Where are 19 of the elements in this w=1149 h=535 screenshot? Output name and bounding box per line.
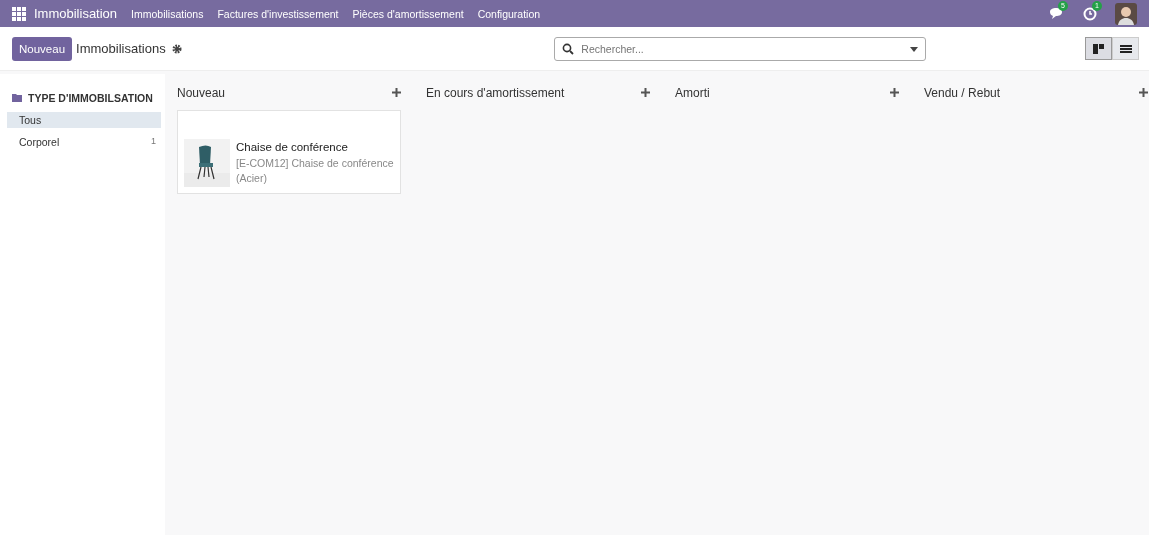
menu-item[interactable]: Factures d'investissement [217, 7, 339, 20]
filter-item[interactable]: Corporel 1 [7, 134, 161, 150]
app-name[interactable]: Immobilisation [34, 6, 118, 21]
menu-item[interactable]: Immobilisations [131, 7, 204, 20]
filter-heading: TYPE D'IMMOBILSATION [28, 92, 153, 104]
card-subtitle: [E-COM12] Chaise de conférence (Acier) [236, 155, 395, 186]
menu-item[interactable]: Configuration [477, 7, 541, 20]
menu-item[interactable]: Pièces d'amortissement [352, 7, 464, 20]
column-title: Nouveau [177, 86, 226, 100]
breadcrumb-title: Immobilisations [76, 41, 166, 56]
filter-item[interactable]: Tous [7, 112, 161, 128]
new-button[interactable]: Nouveau [12, 36, 73, 61]
column-title: Vendu / Rebut [924, 86, 1001, 100]
count: 1 [151, 136, 156, 148]
kanban-card[interactable]: Chaise de conférence [E-COM12] Chaise de conférence (Acier) [177, 110, 401, 194]
column-title: En cours d'amortissement [426, 86, 565, 100]
column-title: Amorti [675, 86, 710, 100]
card-title: Chaise de conférence [236, 140, 349, 153]
search-field[interactable]: Rechercher... [554, 36, 927, 61]
